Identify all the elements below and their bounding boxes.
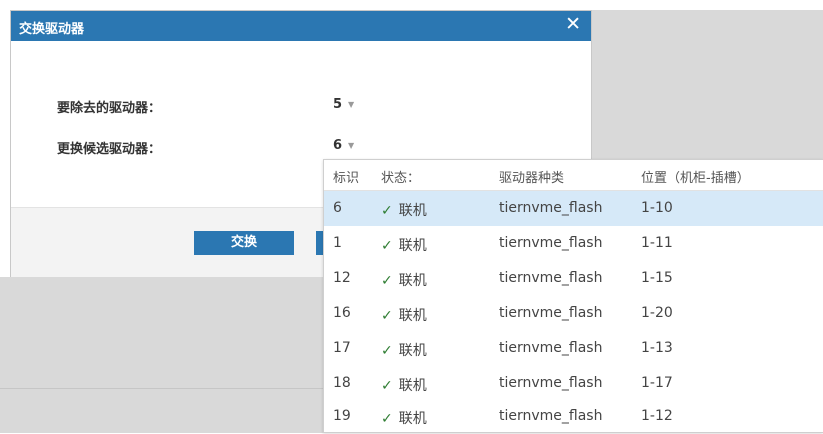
chevron-down-icon: ▼ [348, 141, 355, 150]
drive-status: ✓ 联机 [381, 340, 427, 360]
drive-id: 19 [333, 408, 351, 424]
drive-type: tiernvme_flash [499, 305, 603, 321]
drive-status-text: 联机 [398, 411, 427, 427]
drive-location: 1-13 [641, 340, 673, 356]
drive-option-row[interactable]: 6 ✓ 联机 tiernvme_flash 1-10 [324, 191, 823, 226]
dialog-title: 交换驱动器 [19, 22, 85, 37]
drive-status-text: 联机 [398, 308, 427, 324]
drive-status-text: 联机 [398, 343, 427, 359]
drive-option-row[interactable]: 18 ✓ 联机 tiernvme_flash 1-17 [324, 366, 823, 401]
drive-location: 1-17 [641, 375, 673, 391]
check-icon: ✓ [381, 273, 393, 289]
drive-type: tiernvme_flash [499, 235, 603, 251]
header-location: 位置（机柜-插槽） [641, 171, 750, 186]
header-drive-type: 驱动器种类 [499, 171, 565, 186]
drive-id: 12 [333, 270, 351, 286]
drive-option-row[interactable]: 12 ✓ 联机 tiernvme_flash 1-15 [324, 261, 823, 296]
drive-option-row[interactable]: 17 ✓ 联机 tiernvme_flash 1-13 [324, 331, 823, 366]
drive-id: 1 [333, 235, 342, 251]
close-icon[interactable]: ✕ [565, 14, 581, 34]
dialog-titlebar: 交换驱动器 ✕ [11, 11, 591, 41]
remove-drive-value: 5 [333, 97, 343, 112]
drive-status: ✓ 联机 [381, 408, 427, 428]
check-icon: ✓ [381, 308, 393, 324]
drive-status: ✓ 联机 [381, 375, 427, 395]
check-icon: ✓ [381, 411, 393, 427]
replace-drive-value: 6 [333, 138, 343, 153]
drive-option-row[interactable]: 16 ✓ 联机 tiernvme_flash 1-20 [324, 296, 823, 331]
drive-type: tiernvme_flash [499, 340, 603, 356]
drive-status: ✓ 联机 [381, 305, 427, 325]
drive-status: ✓ 联机 [381, 200, 427, 220]
drive-id: 6 [333, 200, 342, 216]
check-icon: ✓ [381, 203, 393, 219]
exchange-button[interactable]: 交换 [194, 231, 294, 255]
drive-id: 18 [333, 375, 351, 391]
check-icon: ✓ [381, 378, 393, 394]
replacement-drive-dropdown: 标识 状态： 驱动器种类 位置（机柜-插槽） 6 ✓ 联机 tiernvme_fl… [323, 159, 823, 433]
header-status: 状态： [381, 171, 421, 186]
dropdown-header: 标识 状态： 驱动器种类 位置（机柜-插槽） [324, 160, 823, 191]
drive-status-text: 联机 [398, 378, 427, 394]
remove-drive-label: 要除去的驱动器： [57, 101, 162, 116]
remove-drive-select[interactable]: 5 ▼ [333, 97, 354, 112]
drive-id: 17 [333, 340, 351, 356]
drive-status: ✓ 联机 [381, 235, 427, 255]
drive-type: tiernvme_flash [499, 408, 603, 424]
drive-id: 16 [333, 305, 351, 321]
drive-location: 1-10 [641, 200, 673, 216]
drive-option-row[interactable]: 19 ✓ 联机 tiernvme_flash 1-12 [324, 399, 823, 434]
drive-type: tiernvme_flash [499, 375, 603, 391]
drive-location: 1-12 [641, 408, 673, 424]
check-icon: ✓ [381, 343, 393, 359]
header-id: 标识 [333, 171, 360, 186]
drive-type: tiernvme_flash [499, 200, 603, 216]
drive-type: tiernvme_flash [499, 270, 603, 286]
chevron-down-icon: ▼ [348, 100, 355, 109]
drive-location: 1-11 [641, 235, 673, 251]
replace-drive-label: 更换候选驱动器： [57, 142, 162, 157]
drive-location: 1-20 [641, 305, 673, 321]
replace-drive-select[interactable]: 6 ▼ [333, 138, 354, 153]
drive-option-row[interactable]: 1 ✓ 联机 tiernvme_flash 1-11 [324, 226, 823, 261]
drive-location: 1-15 [641, 270, 673, 286]
check-icon: ✓ [381, 238, 393, 254]
drive-status-text: 联机 [398, 273, 427, 289]
drive-status-text: 联机 [398, 238, 427, 254]
drive-status-text: 联机 [398, 203, 427, 219]
drive-status: ✓ 联机 [381, 270, 427, 290]
